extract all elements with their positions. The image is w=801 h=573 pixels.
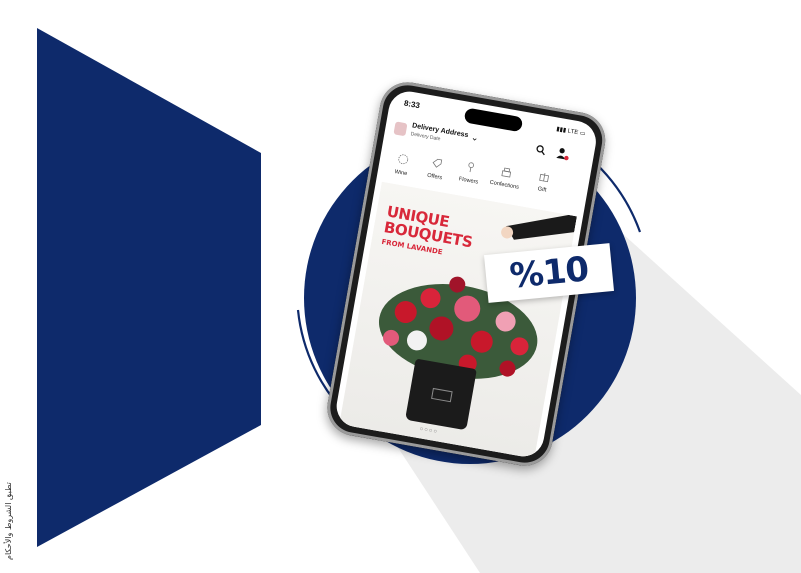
promo-canvas: تطبق الشروط والأحكام 8:33 ▮▮▮ LTE ▭ Deli… — [0, 0, 801, 573]
navy-trapezoid — [37, 28, 261, 547]
flower-box — [405, 358, 477, 431]
dynamic-island — [463, 107, 524, 133]
terms-caption: تطبق الشروط والأحكام — [4, 482, 13, 560]
category-label: Offers — [426, 172, 443, 182]
search-icon[interactable] — [535, 144, 547, 156]
gift-icon — [539, 173, 550, 183]
status-icons: ▮▮▮ LTE ▭ — [556, 125, 586, 137]
signal-icon: ▮▮▮ — [555, 126, 567, 135]
tag-icon — [432, 158, 443, 168]
chevron-down-icon[interactable]: ⌄ — [470, 132, 479, 144]
wine-icon — [398, 154, 409, 165]
promo-banner[interactable]: UNIQUE BOUQUETS FROM LAVANDE ○○○○ — [339, 181, 577, 459]
category-label: Gift — [537, 186, 547, 194]
category-confections[interactable]: Confections — [485, 162, 526, 191]
category-label: Wine — [393, 169, 408, 178]
network-label: LTE — [567, 128, 579, 137]
delivery-address-icon — [393, 121, 408, 137]
flower-icon — [468, 162, 475, 173]
account-icon[interactable] — [554, 146, 570, 162]
cake-icon — [501, 167, 512, 178]
battery-icon: ▭ — [579, 130, 586, 138]
category-label: Flowers — [458, 176, 479, 186]
status-time: 8:33 — [403, 98, 421, 111]
category-label: Confections — [489, 179, 520, 191]
box-logo — [431, 387, 453, 403]
category-gift[interactable]: Gift — [523, 167, 564, 196]
